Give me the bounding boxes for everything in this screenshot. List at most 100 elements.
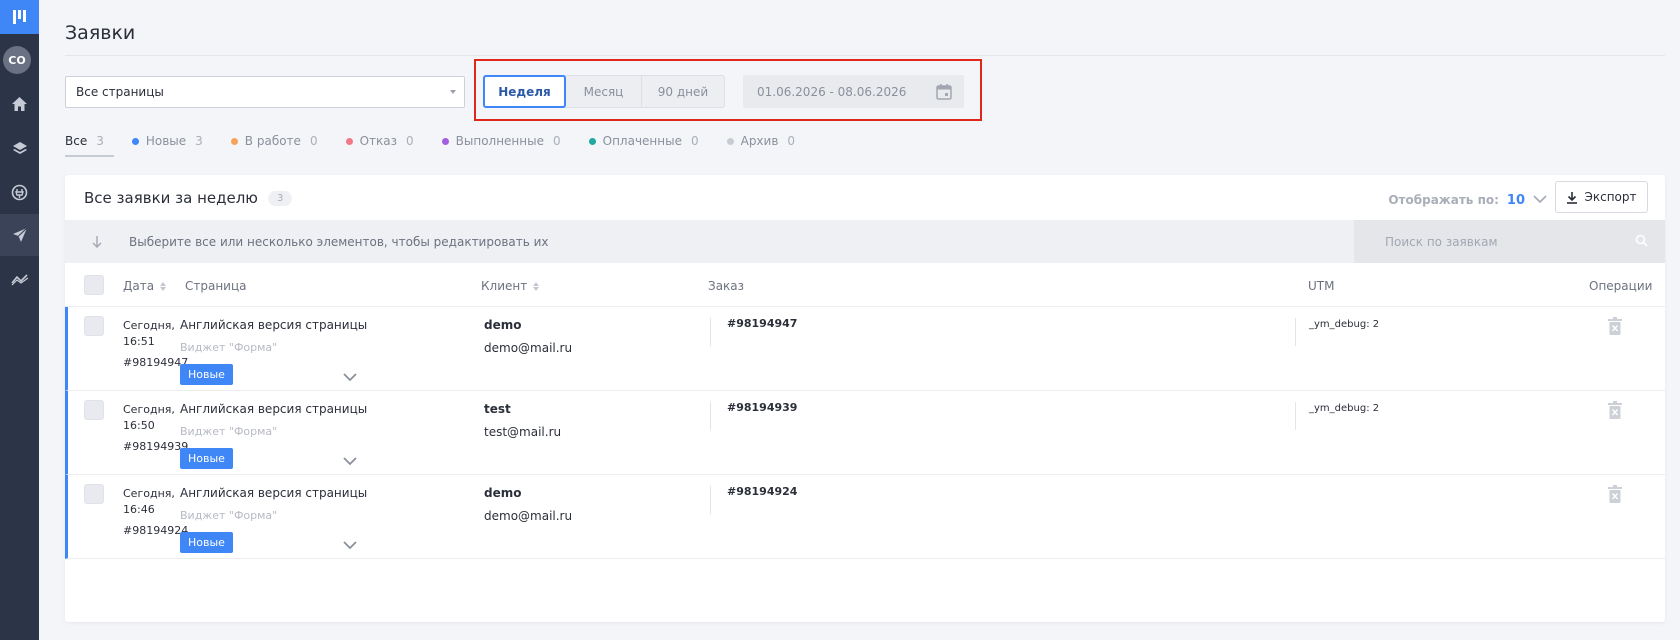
home-icon[interactable] (0, 83, 39, 125)
tab-archive[interactable]: Архив 0 (726, 132, 795, 150)
chevron-down-icon[interactable] (343, 455, 357, 470)
plugin-icon[interactable] (0, 171, 39, 213)
avatar[interactable]: CO (3, 46, 31, 74)
row-checkbox[interactable] (84, 316, 104, 336)
bulk-actions-bar: Выберите все или несколько элементов, чт… (65, 220, 1354, 263)
trash-icon[interactable] (1608, 485, 1622, 507)
status-badge[interactable]: Новые (180, 448, 233, 469)
analytics-icon[interactable] (0, 258, 39, 300)
client-name: test (484, 402, 511, 416)
column-page: Страница (185, 279, 247, 293)
utm-value: _ym_debug: 2 (1309, 403, 1380, 414)
tab-paid[interactable]: Оплаченные 0 (588, 132, 699, 150)
row-checkbox[interactable] (84, 400, 104, 420)
row-id: #98194939 (123, 440, 189, 453)
client-name: demo (484, 486, 522, 500)
chevron-down-icon[interactable] (343, 371, 357, 386)
search-placeholder: Поиск по заявкам (1385, 234, 1498, 249)
requests-card: Все заявки за неделю 3 Отображать по: 10… (65, 175, 1665, 622)
column-order: Заказ (708, 279, 744, 293)
page-select[interactable]: Все страницы (65, 76, 465, 108)
layers-icon[interactable] (0, 127, 39, 169)
period-90days-button[interactable]: 90 дней (642, 76, 724, 107)
page-size-selector[interactable]: Отображать по: 10 (1388, 189, 1547, 211)
status-badge[interactable]: Новые (180, 364, 233, 385)
column-client[interactable]: Клиент (481, 279, 540, 293)
select-all-checkbox[interactable] (84, 275, 104, 295)
order-number: #98194947 (727, 317, 798, 330)
calendar-icon[interactable] (936, 83, 952, 103)
page-size-value: 10 (1506, 192, 1525, 208)
tab-completed[interactable]: Выполненные 0 (441, 132, 561, 150)
send-icon[interactable] (0, 214, 39, 256)
column-label: Клиент (481, 279, 528, 293)
row-page[interactable]: Английская версия страницы (180, 318, 367, 332)
status-badge[interactable]: Новые (180, 532, 233, 553)
row-id: #98194947 (123, 356, 189, 369)
row-page[interactable]: Английская версия страницы (180, 402, 367, 416)
export-button[interactable]: Экспорт (1555, 181, 1648, 213)
sort-icon (160, 281, 167, 291)
row-date: Сегодня, 16:46 (123, 487, 175, 516)
tab-count: 0 (690, 134, 699, 148)
chevron-down-icon[interactable] (343, 539, 357, 554)
table-row[interactable]: Сегодня, 16:46 #98194924 Английская верс… (65, 475, 1665, 559)
row-checkbox[interactable] (84, 484, 104, 504)
row-widget: Виджет "Форма" (180, 509, 278, 522)
tab-count: 0 (309, 134, 318, 148)
divider (1295, 318, 1296, 346)
divider (710, 486, 711, 514)
search-input[interactable]: Поиск по заявкам (1354, 220, 1665, 263)
trash-icon[interactable] (1608, 401, 1622, 423)
tab-all[interactable]: Все 3 (65, 132, 104, 150)
divider (710, 318, 711, 346)
active-tab-underline (65, 155, 114, 157)
export-label: Экспорт (1584, 190, 1637, 204)
column-operations: Операции (1589, 279, 1652, 293)
tab-in-progress[interactable]: В работе 0 (230, 132, 318, 150)
chevron-down-icon (450, 90, 456, 94)
column-label: UTM (1308, 279, 1335, 293)
date-range-picker[interactable]: 01.06.2026 - 08.06.2026 (743, 75, 964, 108)
card-title-text: Все заявки за неделю (84, 189, 258, 207)
client-name: demo (484, 318, 522, 332)
status-tabs: Все 3 Новые 3 В работе 0 Отказ 0 Выполне… (65, 132, 823, 150)
period-month-button[interactable]: Месяц (566, 76, 642, 107)
tab-label: Все (65, 134, 88, 148)
column-label: Страница (185, 279, 247, 293)
row-id: #98194924 (123, 524, 189, 537)
table-row[interactable]: Сегодня, 16:51 #98194947 Английская верс… (65, 307, 1665, 391)
tab-count: 0 (552, 134, 561, 148)
column-label: Операции (1589, 279, 1653, 293)
table-row[interactable]: Сегодня, 16:50 #98194939 Английская верс… (65, 391, 1665, 475)
download-icon (1567, 191, 1578, 204)
page-select-value: Все страницы (76, 85, 164, 99)
row-date: Сегодня, 16:50 (123, 403, 175, 432)
tab-rejected[interactable]: Отказ 0 (345, 132, 414, 150)
search-icon[interactable] (1635, 234, 1648, 250)
order-number: #98194924 (727, 485, 798, 498)
period-week-button[interactable]: Неделя (483, 75, 566, 108)
status-dot-icon (588, 137, 596, 145)
status-dot-icon (441, 137, 449, 145)
trash-icon[interactable] (1608, 317, 1622, 339)
tab-count: 0 (406, 134, 414, 148)
logo-icon[interactable] (0, 0, 39, 34)
utm-value: _ym_debug: 2 (1309, 319, 1380, 330)
row-page[interactable]: Английская версия страницы (180, 486, 367, 500)
tab-new[interactable]: Новые 3 (131, 132, 203, 150)
row-widget: Виджет "Форма" (180, 425, 278, 438)
status-dot-icon (131, 137, 139, 145)
arrow-down-icon[interactable] (65, 235, 129, 249)
sort-icon (533, 281, 540, 291)
tab-label: Выполненные (455, 134, 544, 148)
column-date[interactable]: Дата (123, 279, 167, 293)
row-date: Сегодня, 16:51 (123, 319, 175, 348)
column-label: Заказ (708, 279, 745, 293)
tab-label: Оплаченные (602, 134, 682, 148)
row-widget: Виджет "Форма" (180, 341, 278, 354)
period-switch: Неделя Месяц 90 дней (483, 75, 725, 108)
order-number: #98194939 (727, 401, 798, 414)
tab-label: Новые (145, 134, 187, 148)
client-email: demo@mail.ru (484, 341, 573, 355)
